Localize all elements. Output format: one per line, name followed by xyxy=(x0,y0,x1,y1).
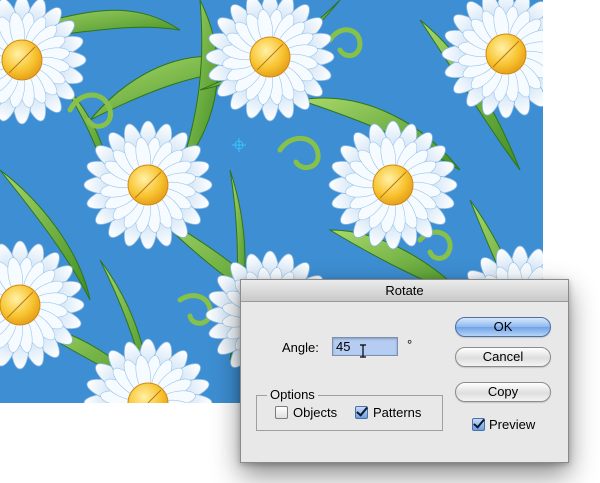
options-title: Options xyxy=(267,387,318,402)
rotate-dialog: Rotate Angle: 45 ° Options Objects Patte… xyxy=(240,279,569,463)
patterns-checkbox[interactable] xyxy=(355,406,368,419)
copy-button[interactable]: Copy xyxy=(455,382,551,402)
ibeam-cursor-icon xyxy=(360,344,366,358)
preview-checkbox[interactable] xyxy=(472,418,485,431)
objects-checkbox[interactable] xyxy=(275,406,288,419)
preview-label[interactable]: Preview xyxy=(489,417,535,432)
vine-curl xyxy=(177,293,213,326)
patterns-label[interactable]: Patterns xyxy=(373,405,421,420)
angle-label: Angle: xyxy=(282,340,319,355)
daisy-flower xyxy=(441,0,543,119)
objects-label[interactable]: Objects xyxy=(293,405,337,420)
dialog-title: Rotate xyxy=(241,280,568,302)
vine-curl xyxy=(277,135,321,171)
daisy-flower xyxy=(83,338,213,403)
crosshair-icon xyxy=(232,138,246,152)
ok-button[interactable]: OK xyxy=(455,317,551,337)
cancel-button[interactable]: Cancel xyxy=(455,347,551,367)
vine-curl xyxy=(327,27,363,59)
degree-symbol: ° xyxy=(407,337,413,352)
